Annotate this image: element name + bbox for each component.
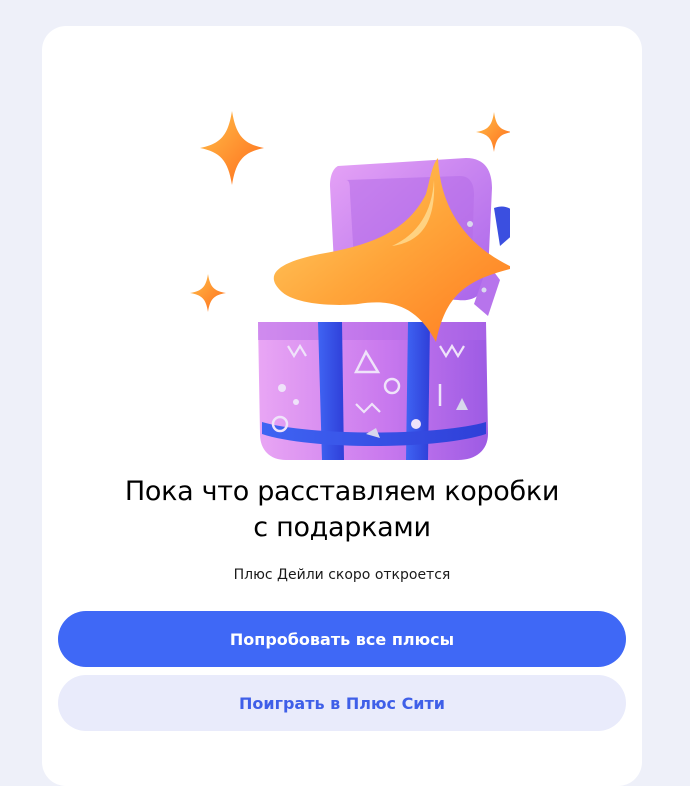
page-title: Пока что расставляем коробки с подарками bbox=[42, 474, 642, 546]
title-line-2: с подарками bbox=[253, 512, 431, 543]
star-decoration-left bbox=[190, 274, 226, 312]
play-plus-city-button[interactable]: Поиграть в Плюс Сити bbox=[58, 675, 626, 731]
star-decoration-top-right bbox=[476, 112, 510, 152]
subtitle: Плюс Дейли скоро откроется bbox=[233, 567, 451, 583]
title-line-1: Пока что расставляем коробки bbox=[124, 476, 560, 507]
promo-card: Пока что расставляем коробки с подарками… bbox=[42, 26, 642, 786]
gift-box-with-stars-icon bbox=[170, 84, 510, 474]
star-decoration-top-left bbox=[200, 111, 264, 185]
gift-box-body bbox=[258, 322, 488, 460]
try-all-pluses-button[interactable]: Попробовать все плюсы bbox=[58, 611, 626, 667]
